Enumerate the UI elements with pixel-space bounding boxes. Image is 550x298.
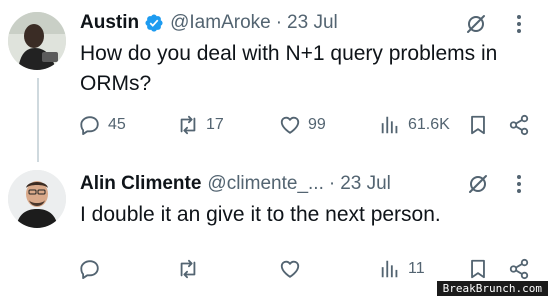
like-count: 99 xyxy=(308,116,326,133)
share-button[interactable] xyxy=(508,112,530,138)
views-button[interactable]: 11 xyxy=(379,256,425,282)
reply-icon xyxy=(80,260,99,279)
avatar-austin[interactable] xyxy=(8,12,66,70)
bookmark-icon xyxy=(471,259,485,279)
tweet-date[interactable]: 23 Jul xyxy=(287,12,338,34)
verified-badge-icon xyxy=(144,13,164,33)
views-button[interactable]: 61.6K xyxy=(379,112,450,138)
author-handle[interactable]: @climente_... xyxy=(207,173,323,195)
view-count: 61.6K xyxy=(408,116,450,133)
views-icon xyxy=(381,116,398,134)
author-handle[interactable]: @IamAroke xyxy=(170,12,271,34)
share-icon xyxy=(509,114,529,136)
views-icon xyxy=(381,260,398,278)
author-name[interactable]: Alin Climente xyxy=(80,173,201,195)
grok-icon[interactable] xyxy=(466,172,490,196)
repost-count: 17 xyxy=(206,116,224,133)
like-icon xyxy=(280,116,300,134)
reply-button[interactable]: 45 xyxy=(79,112,126,138)
reply-count: 45 xyxy=(108,116,126,133)
avatar-alin-climente[interactable] xyxy=(8,170,66,228)
thread-connector-line xyxy=(37,78,39,162)
tweet-date[interactable]: 23 Jul xyxy=(340,173,391,195)
reply-button[interactable] xyxy=(79,256,108,282)
more-options-icon[interactable] xyxy=(509,172,529,196)
share-button[interactable] xyxy=(508,256,530,282)
repost-button[interactable] xyxy=(177,256,206,282)
separator-dot: · xyxy=(275,12,283,33)
like-icon xyxy=(280,260,300,278)
repost-button[interactable]: 17 xyxy=(177,112,224,138)
reply-icon xyxy=(80,116,99,135)
like-button[interactable] xyxy=(279,256,308,282)
tweet-text: How do you deal with N+1 query problems … xyxy=(80,42,498,95)
like-button[interactable]: 99 xyxy=(279,112,326,138)
author-name[interactable]: Austin xyxy=(80,12,139,34)
bookmark-icon xyxy=(471,115,485,135)
view-count: 11 xyxy=(408,260,425,277)
grok-icon[interactable] xyxy=(464,12,488,36)
tweet-header: Alin Climente @climente_... · 23 Jul xyxy=(80,171,391,197)
repost-icon xyxy=(180,115,196,135)
bookmark-button[interactable] xyxy=(467,256,489,282)
watermark: BreakBrunch.com xyxy=(436,281,548,296)
share-icon xyxy=(509,258,529,280)
bookmark-button[interactable] xyxy=(467,112,489,138)
more-options-icon[interactable] xyxy=(509,12,529,36)
repost-icon xyxy=(180,259,196,279)
tweet-text: I double it an give it to the next perso… xyxy=(80,203,441,226)
separator-dot: · xyxy=(328,173,336,194)
tweet-header: Austin @IamAroke · 23 Jul xyxy=(80,10,338,36)
